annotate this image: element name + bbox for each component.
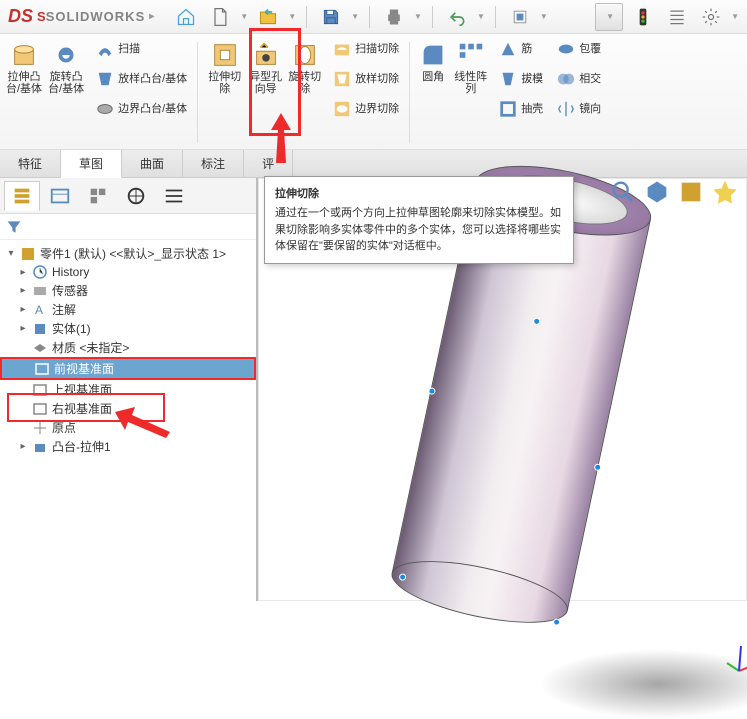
extrude-boss-button[interactable]: 拉伸凸 台/基体 (4, 38, 44, 97)
tab-markup[interactable]: 标注 (183, 150, 244, 177)
triad-icon (724, 641, 747, 681)
revolve-cut-button[interactable]: 旋转切 除 (286, 38, 323, 97)
tab-surface[interactable]: 曲面 (122, 150, 183, 177)
tree-bodies[interactable]: ▸实体(1) (0, 319, 256, 338)
tab-feature[interactable]: 特征 (0, 150, 61, 177)
display-tab[interactable] (156, 181, 192, 211)
view-cube-icon[interactable] (643, 178, 671, 206)
zoom-icon[interactable] (609, 178, 637, 206)
print-button[interactable] (380, 3, 408, 31)
shadow (539, 649, 747, 719)
tree-front-plane[interactable]: 前视基准面 (0, 357, 256, 380)
save-button[interactable] (317, 3, 345, 31)
app-logo: DS SSOLIDWORKS ▸ (8, 6, 154, 27)
loft-cut-button[interactable]: 放样切除 (329, 68, 403, 90)
tree-origin[interactable]: 原点 (0, 418, 256, 437)
revolve-boss-button[interactable]: 旋转凸 台/基体 (46, 38, 86, 97)
tree-part-root[interactable]: ▾零件1 (默认) <<默认>_显示状态 1> (0, 244, 256, 263)
tree-annotation[interactable]: ▸A注解 (0, 300, 256, 319)
sweep-cut-button[interactable]: 扫描切除 (329, 38, 403, 60)
fillet-button[interactable]: 圆角 (416, 38, 450, 85)
select-button[interactable]: ▼ (595, 3, 623, 31)
home-button[interactable] (172, 3, 200, 31)
tab-sketch[interactable]: 草图 (61, 150, 122, 178)
mirror-button[interactable]: 镜向 (553, 98, 605, 120)
hole-wizard-button[interactable]: 异型孔 向导 (247, 38, 284, 97)
rebuild-button[interactable] (506, 3, 534, 31)
boundary-button[interactable]: 边界凸台/基体 (92, 98, 191, 120)
list-button[interactable] (663, 3, 691, 31)
feature-tree-tab[interactable] (4, 181, 40, 211)
boundary-cut-button[interactable]: 边界切除 (329, 98, 403, 120)
svg-text:A: A (35, 303, 43, 317)
loft-button[interactable]: 放样凸台/基体 (92, 68, 191, 90)
config-tab[interactable] (80, 181, 116, 211)
undo-button[interactable] (443, 3, 471, 31)
tree-extrude1[interactable]: ▸凸台-拉伸1 (0, 437, 256, 456)
pattern-button[interactable]: 线性阵 列 (452, 38, 489, 97)
tree-top-plane[interactable]: 上视基准面 (0, 380, 256, 399)
settings-button[interactable] (697, 3, 725, 31)
tree-sensor[interactable]: ▸传感器 (0, 281, 256, 300)
draft-button[interactable]: 拔模 (495, 68, 547, 90)
tab-evaluate[interactable]: 评 (244, 150, 293, 177)
open-button[interactable] (254, 3, 282, 31)
filter-icon[interactable] (6, 219, 22, 235)
tree-material[interactable]: 材质 <未指定> (0, 338, 256, 357)
tree-right-plane[interactable]: 右视基准面 (0, 399, 256, 418)
rib-button[interactable]: 筋 (495, 38, 547, 60)
ds-logo-icon: DS (8, 6, 33, 27)
new-button[interactable] (206, 3, 234, 31)
wrap-button[interactable]: 包覆 (553, 38, 605, 60)
dimxpert-tab[interactable] (118, 181, 154, 211)
tree-history[interactable]: ▸History (0, 263, 256, 281)
view-toolbar (609, 178, 739, 206)
intersect-button[interactable]: 相交 (553, 68, 605, 90)
extrude-cut-button[interactable]: 拉伸切 除 (204, 38, 245, 97)
sweep-button[interactable]: 扫描 (92, 38, 191, 60)
traffic-icon[interactable] (629, 3, 657, 31)
tooltip-extrude-cut: 拉伸切除 通过在一个或两个方向上拉伸草图轮廓来切除实体模型。如果切除影响多实体零… (264, 176, 574, 264)
shell-button[interactable]: 抽壳 (495, 98, 547, 120)
appearance-icon[interactable] (711, 178, 739, 206)
section-icon[interactable] (677, 178, 705, 206)
property-tab[interactable] (42, 181, 78, 211)
